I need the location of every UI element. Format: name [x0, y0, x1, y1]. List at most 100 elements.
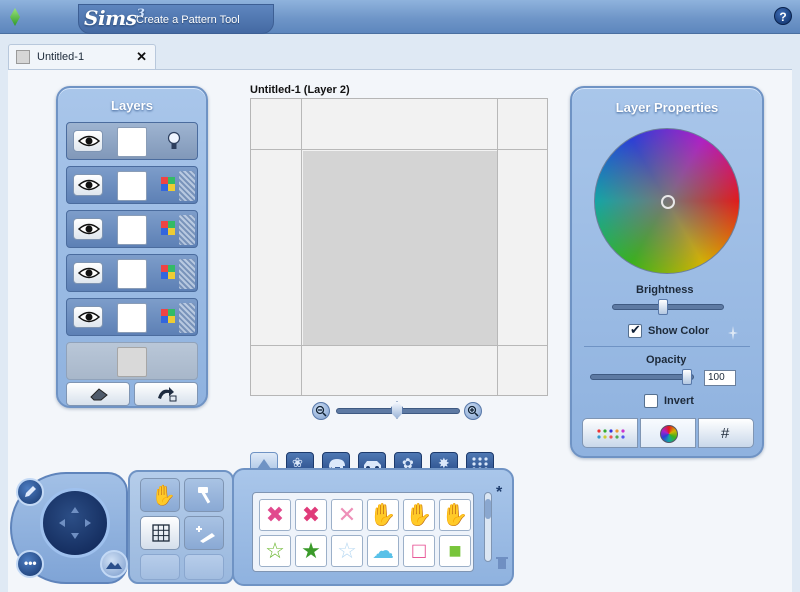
zoom-in-button[interactable] [464, 402, 482, 420]
layers-toolbar [66, 382, 198, 406]
stamp-item[interactable]: ★ [295, 535, 327, 567]
layer-properties-panel: Layer Properties Brightness Show Color O… [570, 86, 764, 458]
grid-tool-button[interactable] [140, 516, 180, 550]
canvas-guide [301, 99, 302, 395]
channel-colors-icon[interactable] [161, 221, 175, 235]
tool-slot-empty [140, 554, 180, 580]
stamp-item[interactable]: ■ [439, 535, 471, 567]
layer-row-empty[interactable] [66, 342, 198, 380]
more-options-button[interactable]: ••• [16, 550, 44, 578]
layer-pattern-swatch [179, 303, 195, 333]
stamp-item[interactable]: ☆ [331, 535, 363, 567]
stamp-item[interactable]: ✋ [403, 499, 435, 531]
document-thumbnail [16, 50, 30, 64]
pattern-canvas[interactable] [250, 98, 548, 396]
stamp-item[interactable]: ✕ [331, 499, 363, 531]
opacity-slider-thumb[interactable] [682, 369, 692, 385]
opacity-slider-track[interactable] [590, 374, 694, 380]
channel-colors-icon[interactable] [161, 309, 175, 323]
eraser-icon [90, 388, 108, 401]
canvas-guide [251, 149, 547, 150]
opacity-input[interactable]: 100 [704, 370, 736, 386]
canvas-guide [251, 345, 547, 346]
layer-pattern-swatch [179, 259, 195, 289]
hand-tool-button[interactable]: ✋ [140, 478, 180, 512]
hammer-icon [198, 487, 211, 504]
close-tab-button[interactable]: ✕ [136, 49, 147, 65]
invert-label: Invert [664, 395, 694, 407]
layer-row[interactable] [66, 298, 198, 336]
brightness-label: Brightness [636, 284, 694, 296]
stamp-item[interactable]: ☁ [367, 535, 399, 567]
brightness-slider-track[interactable] [612, 304, 724, 310]
layer-properties-title: Layer Properties [615, 100, 719, 115]
palette-tab[interactable] [582, 418, 638, 448]
channel-colors-icon[interactable] [161, 265, 175, 279]
eye-icon[interactable] [73, 306, 103, 328]
erase-layer-button[interactable] [66, 382, 130, 406]
layer-thumbnail [117, 347, 147, 377]
sparkle-icon [728, 326, 738, 340]
scene-button[interactable] [100, 550, 128, 578]
tool-slot-empty [184, 554, 224, 580]
brightness-slider-thumb[interactable] [658, 299, 668, 315]
layer-pattern-swatch [179, 171, 195, 201]
camera-dial[interactable] [40, 488, 110, 558]
undo-layer-icon [158, 387, 177, 402]
transform-icon [196, 526, 215, 543]
layers-panel: Layers [56, 86, 208, 408]
transform-tool-button[interactable] [184, 516, 224, 550]
hand-icon: ✋ [151, 485, 176, 507]
channel-colors-icon[interactable] [161, 177, 175, 191]
document-tab[interactable]: Untitled-1 ✕ [8, 44, 156, 70]
layer-thumbnail [117, 171, 147, 201]
stamp-item[interactable]: ✋ [439, 499, 471, 531]
plumbob-icon [10, 8, 20, 26]
stamp-item[interactable]: ✖ [295, 499, 327, 531]
layer-row[interactable] [66, 210, 198, 248]
color-wheel-tab[interactable] [640, 418, 696, 448]
stamp-item[interactable]: ✋ [367, 499, 399, 531]
layer-row[interactable] [66, 254, 198, 292]
canvas-title: Untitled-1 (Layer 2) [250, 84, 350, 96]
camera-dock: ••• [10, 472, 128, 584]
palette-dots-icon [597, 429, 625, 439]
hex-tab[interactable]: # [698, 418, 754, 448]
tool-title: Create a Pattern Tool [136, 14, 240, 26]
help-button[interactable]: ? [774, 7, 792, 25]
color-wheel-icon [660, 425, 678, 443]
stamp-scroll-thumb[interactable] [485, 499, 491, 519]
canvas-guide [497, 99, 498, 395]
show-color-label: Show Color [648, 325, 710, 337]
stamp-scrollbar[interactable] [484, 492, 492, 562]
edit-button[interactable] [16, 478, 44, 506]
lightbulb-icon[interactable] [167, 131, 181, 153]
layer-row[interactable] [66, 166, 198, 204]
layer-pattern-swatch [179, 215, 195, 245]
eye-icon[interactable] [73, 262, 103, 284]
invert-checkbox[interactable] [644, 394, 658, 408]
eye-icon[interactable] [73, 218, 103, 240]
stamp-item[interactable]: ✖ [259, 499, 291, 531]
stamp-item[interactable]: □ [403, 535, 435, 567]
tool-block: ✋ [128, 470, 234, 584]
color-wheel[interactable] [594, 128, 740, 274]
hammer-tool-button[interactable] [184, 478, 224, 512]
show-color-checkbox[interactable] [628, 322, 642, 338]
asterisk-icon[interactable]: * [496, 484, 502, 502]
stamp-item[interactable]: ☆ [259, 535, 291, 567]
reorder-layer-button[interactable] [134, 382, 198, 406]
landscape-icon [106, 562, 122, 569]
pencil-icon [25, 486, 36, 497]
eye-icon[interactable] [73, 130, 103, 152]
layer-row[interactable] [66, 122, 198, 160]
opacity-label: Opacity [646, 354, 687, 366]
zoom-out-button[interactable] [312, 402, 330, 420]
trash-icon[interactable] [496, 556, 508, 570]
magnifier-plus-icon [467, 405, 479, 417]
sims-logo: Sims3 Create a Pattern Tool [78, 4, 278, 34]
properties-tabs: # [582, 418, 754, 448]
dpad-icon [59, 507, 91, 539]
color-wheel-selector[interactable] [661, 195, 675, 209]
eye-icon[interactable] [73, 174, 103, 196]
